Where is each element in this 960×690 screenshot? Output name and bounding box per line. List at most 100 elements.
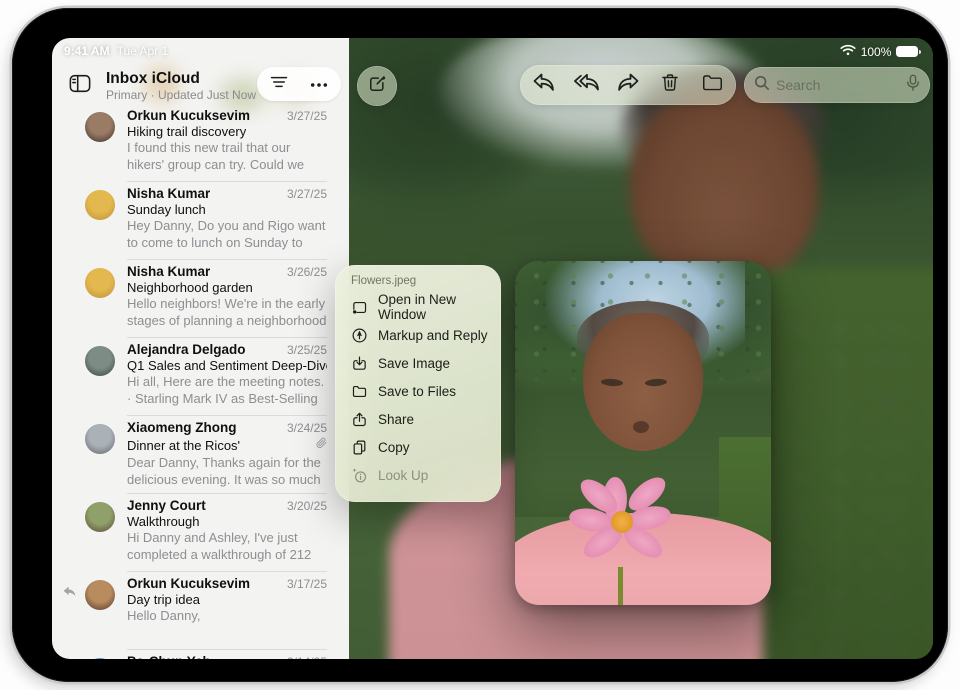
menu-item-save-image[interactable]: Save Image <box>335 349 501 377</box>
email-date: 3/14/25 <box>287 655 327 659</box>
copy-icon <box>349 437 369 457</box>
more-button[interactable] <box>302 67 336 101</box>
reply-all-button[interactable] <box>568 67 604 103</box>
mailbox-controls <box>257 67 341 101</box>
screenshot-root: Inbox iCloud Primary · Updated Just Now <box>0 0 960 690</box>
folder-icon <box>702 74 723 97</box>
reply-all-icon <box>573 72 600 98</box>
avatar <box>85 268 115 298</box>
email-date: 3/24/25 <box>287 421 327 435</box>
menu-item-markup-and-reply[interactable]: Markup and Reply <box>335 321 501 349</box>
sender-name: Jenny Court <box>127 498 206 513</box>
email-list-item[interactable]: Nisha Kumar 3/27/25 Sunday lunch Hey Dan… <box>52 182 349 260</box>
email-date: 3/27/25 <box>287 187 327 201</box>
email-preview: I found this new trail that our hikers' … <box>127 140 327 173</box>
sidebar-toggle-button[interactable] <box>62 70 98 102</box>
trash-button[interactable] <box>652 67 688 103</box>
email-preview: Hi Danny and Ashley, I've just completed… <box>127 530 327 563</box>
menu-item-label: Save Image <box>378 356 450 371</box>
message-toolbar <box>520 65 736 105</box>
email-subject: Day trip idea <box>127 592 200 607</box>
folder-button[interactable] <box>694 67 730 103</box>
email-list-item[interactable]: Po-Chun Yeh 3/14/25 <box>52 650 349 659</box>
email-preview: Hey Danny, Do you and Rigo want to come … <box>127 218 327 251</box>
save-to-files-icon <box>349 381 369 401</box>
markup-icon <box>349 325 369 345</box>
email-preview: Dear Danny, Thanks again for the delicio… <box>127 455 327 488</box>
compose-icon <box>367 74 387 99</box>
email-list-item[interactable]: Orkun Kucuksevim 3/27/25 Hiking trail di… <box>52 104 349 182</box>
email-list-item[interactable]: Orkun Kucuksevim 3/17/25 Day trip idea H… <box>52 572 349 650</box>
menu-item-label: Save to Files <box>378 384 456 399</box>
avatar <box>85 502 115 532</box>
search-field[interactable]: Search <box>744 67 930 103</box>
filter-button[interactable] <box>262 67 296 101</box>
email-date: 3/20/25 <box>287 499 327 513</box>
email-list-item[interactable]: Jenny Court 3/20/25 Walkthrough Hi Danny… <box>52 494 349 572</box>
email-subject: Walkthrough <box>127 514 200 529</box>
email-subject: Q1 Sales and Sentiment Deep-Dive <box>127 358 327 373</box>
share-icon <box>349 409 369 429</box>
avatar <box>85 424 115 454</box>
search-icon <box>754 75 770 96</box>
forward-icon <box>616 72 640 98</box>
avatar <box>85 580 115 610</box>
context-menu-title: Flowers.jpeg <box>335 275 501 293</box>
email-list-item[interactable]: Nisha Kumar 3/26/25 Neighborhood garden … <box>52 260 349 338</box>
image-preview-card[interactable] <box>515 261 771 605</box>
battery-icon <box>896 46 921 57</box>
sender-name: Nisha Kumar <box>127 264 210 279</box>
avatar <box>85 658 115 659</box>
sender-name: Orkun Kucuksevim <box>127 576 250 591</box>
email-list-item[interactable]: Alejandra Delgado 3/25/25 Q1 Sales and S… <box>52 338 349 416</box>
compose-button[interactable] <box>357 66 397 106</box>
email-preview: Hello Danny, <box>127 608 327 641</box>
forward-button[interactable] <box>610 67 646 103</box>
menu-item-label: Look Up <box>378 468 428 483</box>
menu-item-label: Share <box>378 412 414 427</box>
battery-percent: 100% <box>861 45 892 59</box>
wifi-icon <box>840 44 856 59</box>
reply-icon <box>532 72 556 98</box>
status-bar: 9:41 AM Tue Apr 1 100% <box>52 44 933 62</box>
clock: 9:41 AM <box>64 44 110 58</box>
menu-item-share[interactable]: Share <box>335 405 501 433</box>
email-list-item[interactable]: Xiaomeng Zhong 3/24/25 Dinner at the Ric… <box>52 416 349 494</box>
mic-icon[interactable] <box>906 74 920 97</box>
flower-center <box>611 511 633 533</box>
email-subject: Hiking trail discovery <box>127 124 246 139</box>
avatar <box>85 112 115 142</box>
pink-flower <box>567 469 677 573</box>
email-list: Orkun Kucuksevim 3/27/25 Hiking trail di… <box>52 104 349 659</box>
sender-name: Orkun Kucuksevim <box>127 108 250 123</box>
menu-item-save-to-files[interactable]: Save to Files <box>335 377 501 405</box>
more-icon <box>310 75 328 93</box>
menu-item-label: Open in New Window <box>378 292 489 322</box>
sender-name: Alejandra Delgado <box>127 342 246 357</box>
menu-item-copy[interactable]: Copy <box>335 433 501 461</box>
avatar <box>85 190 115 220</box>
mailbox-status: Primary · Updated Just Now <box>106 89 256 103</box>
replied-icon <box>63 584 76 602</box>
search-placeholder: Search <box>776 77 906 93</box>
email-subject: Dinner at the Ricos' <box>127 438 240 453</box>
email-date: 3/17/25 <box>287 577 327 591</box>
ipad-bezel: Inbox iCloud Primary · Updated Just Now <box>12 8 948 682</box>
menu-item-label: Copy <box>378 440 410 455</box>
email-date: 3/27/25 <box>287 109 327 123</box>
save-image-icon <box>349 353 369 373</box>
menu-item-open-in-new-window[interactable]: Open in New Window <box>335 293 501 321</box>
email-subject: Sunday lunch <box>127 202 206 217</box>
sender-name: Nisha Kumar <box>127 186 210 201</box>
reply-button[interactable] <box>526 67 562 103</box>
sender-name: Xiaomeng Zhong <box>127 420 237 435</box>
email-preview: Hi all, Here are the meeting notes. · St… <box>127 374 327 407</box>
screen: Inbox iCloud Primary · Updated Just Now <box>52 38 933 659</box>
avatar <box>85 346 115 376</box>
menu-item-label: Markup and Reply <box>378 328 488 343</box>
filter-icon <box>270 75 288 94</box>
menu-item-look-up: Look Up <box>335 461 501 489</box>
trash-icon <box>660 72 680 98</box>
look-up-icon <box>349 465 369 485</box>
mail-list-panel: Inbox iCloud Primary · Updated Just Now <box>52 38 349 659</box>
